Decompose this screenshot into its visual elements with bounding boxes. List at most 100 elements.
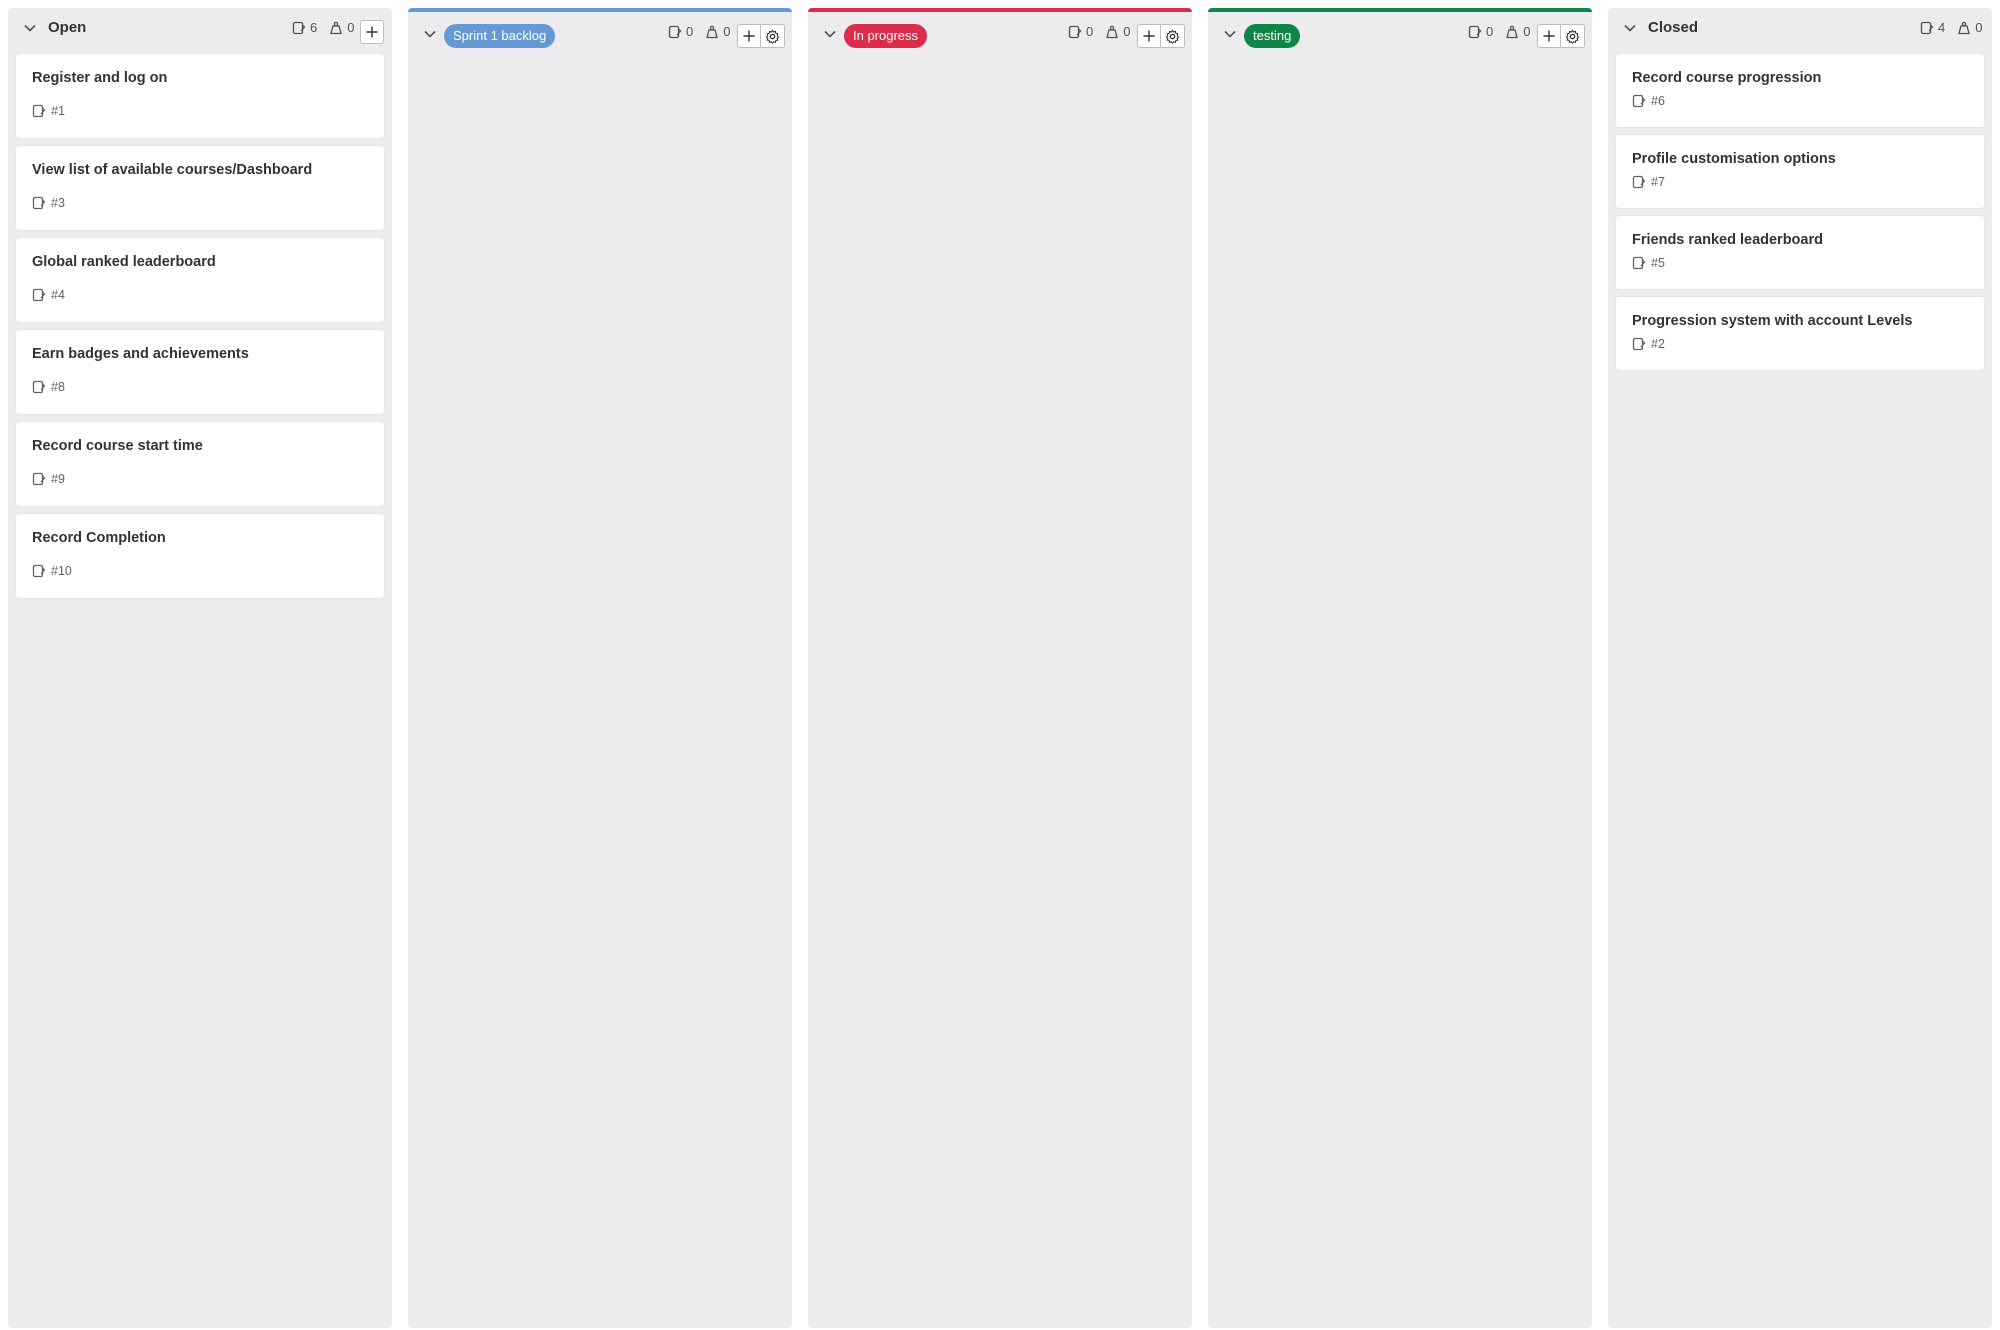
column-counts: 4 0: [1920, 20, 1982, 35]
issue-board: Open 6 0 Register and log on #1 View list …: [0, 0, 2000, 1330]
issue-count: 0: [1486, 24, 1494, 39]
issue-card[interactable]: Record course start time #9: [16, 422, 384, 506]
column-actions: [1537, 24, 1585, 48]
issue-card[interactable]: Progression system with account Levels #2: [1616, 297, 1984, 370]
column-title: Closed: [1648, 19, 1699, 36]
chevron-down-icon[interactable]: [420, 24, 440, 44]
board-column-sprint-1-backlog: Sprint 1 backlog 0 0: [408, 8, 792, 1328]
weight-icon: [1506, 25, 1519, 38]
add-issue-button[interactable]: [737, 24, 761, 48]
issue-card[interactable]: Global ranked leaderboard #4: [16, 238, 384, 322]
label-pill[interactable]: In progress: [844, 24, 928, 48]
column-header: Open 6 0: [8, 8, 392, 48]
issue-reference: #10: [51, 564, 72, 578]
column-counts: 0 0: [1468, 24, 1538, 39]
issue-reference: #5: [1651, 256, 1665, 270]
board-column-closed: Closed 4 0 Record course progression #6 Pr…: [1608, 8, 1992, 1328]
issue-card[interactable]: View list of available courses/Dashboard…: [16, 146, 384, 230]
card-list: Register and log on #1 View list of availa…: [16, 54, 384, 606]
list-settings-button[interactable]: [1561, 24, 1585, 48]
issue-title[interactable]: Earn badges and achievements: [32, 345, 368, 363]
issue-card[interactable]: Register and log on #1: [16, 54, 384, 138]
column-header: testing 0 0: [1208, 12, 1592, 52]
chevron-down-icon[interactable]: [1220, 24, 1240, 44]
issues-icon: [32, 288, 46, 302]
column-header: Sprint 1 backlog 0 0: [408, 12, 792, 52]
issue-card[interactable]: Record course progression #6: [1616, 54, 1984, 127]
issue-reference: #2: [1651, 337, 1665, 351]
weight-icon: [1958, 21, 1971, 34]
chevron-down-icon[interactable]: [20, 18, 40, 38]
add-issue-button[interactable]: [1537, 24, 1561, 48]
issue-title[interactable]: Profile customisation options: [1632, 150, 1968, 168]
column-header: In progress 0 0: [808, 12, 1192, 52]
issue-meta: #2: [1632, 337, 1968, 351]
issues-icon: [32, 196, 46, 210]
issue-count: 0: [686, 24, 694, 39]
gear-icon: [1565, 29, 1580, 44]
label-pill[interactable]: testing: [1244, 24, 1301, 48]
issue-title[interactable]: Friends ranked leaderboard: [1632, 231, 1968, 249]
plus-icon: [743, 30, 755, 42]
issue-card[interactable]: Friends ranked leaderboard #5: [1616, 216, 1984, 289]
issue-meta: #6: [1632, 94, 1968, 108]
weight-count: 0: [1123, 24, 1131, 39]
label-pill[interactable]: Sprint 1 backlog: [444, 24, 556, 48]
issue-meta: #1: [32, 104, 368, 118]
issue-meta: #8: [32, 380, 368, 394]
plus-icon: [366, 26, 378, 38]
issue-card[interactable]: Profile customisation options #7: [1616, 135, 1984, 208]
add-issue-button[interactable]: [360, 20, 384, 44]
issue-meta: #4: [32, 288, 368, 302]
weight-count: 0: [347, 20, 355, 35]
weight-icon: [330, 21, 343, 34]
column-header: Closed 4 0: [1608, 8, 1992, 48]
plus-icon: [1143, 30, 1155, 42]
add-issue-button[interactable]: [1137, 24, 1161, 48]
issue-title[interactable]: View list of available courses/Dashboard: [32, 161, 368, 179]
issue-meta: #3: [32, 196, 368, 210]
issue-reference: #6: [1651, 94, 1665, 108]
issue-count: 0: [1086, 24, 1094, 39]
list-settings-button[interactable]: [761, 24, 785, 48]
weight-icon: [706, 25, 719, 38]
issues-icon: [668, 25, 682, 38]
issue-card[interactable]: Record Completion #10: [16, 514, 384, 598]
issues-icon: [32, 104, 46, 118]
issues-icon: [32, 472, 46, 486]
weight-icon: [1106, 25, 1119, 38]
board-column-in-progress: In progress 0 0: [808, 8, 1192, 1328]
plus-icon: [1543, 30, 1555, 42]
issue-meta: #10: [32, 564, 368, 578]
column-actions: [1137, 24, 1185, 48]
issues-icon: [1632, 256, 1646, 270]
issues-icon: [32, 564, 46, 578]
issue-card[interactable]: Earn badges and achievements #8: [16, 330, 384, 414]
gear-icon: [765, 29, 780, 44]
issue-reference: #1: [51, 104, 65, 118]
issues-icon: [1632, 94, 1646, 108]
issue-count: 6: [310, 20, 318, 35]
column-counts: 6 0: [292, 20, 362, 35]
issue-title[interactable]: Progression system with account Levels: [1632, 312, 1968, 330]
weight-count: 0: [723, 24, 731, 39]
column-actions: [737, 24, 785, 48]
chevron-down-icon[interactable]: [820, 24, 840, 44]
issues-icon: [32, 380, 46, 394]
board-column-open: Open 6 0 Register and log on #1 View list …: [8, 8, 392, 1328]
issue-title[interactable]: Record Completion: [32, 529, 368, 547]
issue-reference: #8: [51, 380, 65, 394]
list-settings-button[interactable]: [1161, 24, 1185, 48]
issue-title[interactable]: Global ranked leaderboard: [32, 253, 368, 271]
issue-title[interactable]: Record course start time: [32, 437, 368, 455]
issue-title[interactable]: Register and log on: [32, 69, 368, 87]
column-title: Open: [48, 19, 87, 36]
issue-reference: #9: [51, 472, 65, 486]
issues-icon: [1632, 175, 1646, 189]
column-counts: 0 0: [1068, 24, 1138, 39]
issue-reference: #3: [51, 196, 65, 210]
issue-meta: #9: [32, 472, 368, 486]
chevron-down-icon[interactable]: [1620, 18, 1640, 38]
weight-count: 0: [1523, 24, 1531, 39]
issue-title[interactable]: Record course progression: [1632, 69, 1968, 87]
